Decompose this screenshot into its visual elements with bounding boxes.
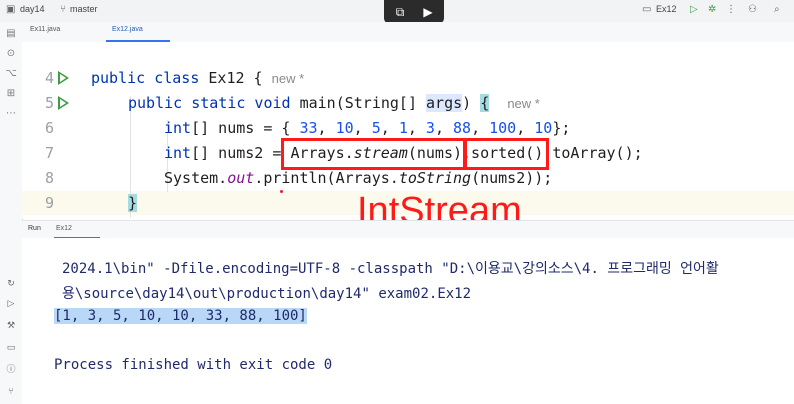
commit-tool-icon[interactable]: ⊙	[5, 48, 17, 60]
git-tool-icon[interactable]: ⌥	[5, 68, 17, 80]
author-hint: new *	[271, 71, 305, 86]
version-control-icon[interactable]: ⑂	[5, 386, 17, 398]
problems-icon[interactable]: ⓘ	[5, 364, 17, 376]
user-icon[interactable]: ⚇	[748, 4, 757, 15]
tab-ex12[interactable]: Ex12.java	[112, 26, 143, 33]
console-toolbar: ↻ ▷ ⚒ ▭ ⓘ ⑂	[0, 238, 23, 404]
line-number: 5	[44, 94, 54, 112]
run-config-icon: ▭	[642, 4, 652, 15]
run-main-icon[interactable]	[58, 96, 69, 110]
line-number: 8	[44, 169, 54, 187]
console-exit-line: Process finished with exit code 0	[54, 357, 333, 373]
search-icon[interactable]: ⌕	[774, 4, 780, 15]
run-config-name[interactable]: Ex12	[656, 4, 677, 14]
rerun-icon[interactable]: ↻	[5, 278, 17, 290]
run-console-output[interactable]: 2024.1\bin" -Dfile.encoding=UTF-8 -class…	[22, 238, 794, 404]
window-switch-icon[interactable]: ⧉	[390, 4, 410, 20]
line-number: 4	[44, 69, 54, 87]
editor-tabs: Ex11.java Ex12.java	[22, 22, 794, 43]
console-result: [1, 3, 5, 10, 10, 33, 88, 100]	[54, 308, 307, 324]
code-line-7: int[] nums = { 33, 10, 5, 1, 3, 88, 100,…	[164, 119, 571, 137]
video-icon[interactable]: ▶	[418, 4, 438, 20]
code-line-9: System.out.println(Arrays.toString(nums2…	[164, 169, 553, 187]
debug-icon[interactable]: ✲	[708, 4, 716, 15]
project-name[interactable]: day14	[20, 4, 45, 14]
code-line-10: }	[128, 194, 138, 212]
console-line: 용\source\day14\out\production\day14" exa…	[62, 286, 472, 302]
run-play-icon[interactable]: ▷	[5, 298, 17, 310]
run-panel-header: Run Ex12	[22, 220, 794, 240]
terminal-icon[interactable]: ▭	[5, 342, 17, 354]
project-icon: ▣	[6, 4, 16, 15]
annotation-box-sorted	[463, 138, 549, 170]
annotation-dot	[280, 190, 283, 193]
line-number: 6	[44, 119, 54, 137]
code-line-5: public static void main(String[] args) {…	[128, 94, 540, 112]
run-class-icon[interactable]	[58, 71, 69, 85]
tab-ex11[interactable]: Ex11.java	[30, 26, 60, 33]
more-tools-icon[interactable]: ⋯	[5, 108, 17, 120]
line-number: 9	[44, 194, 54, 212]
more-icon[interactable]: ⋮	[726, 4, 736, 15]
run-panel-title: Run	[28, 225, 41, 232]
run-icon[interactable]: ▷	[690, 4, 698, 15]
line-number: 7	[44, 144, 54, 162]
run-tab-ex12[interactable]: Ex12	[56, 225, 72, 232]
console-line: 2024.1\bin" -Dfile.encoding=UTF-8 -class…	[62, 261, 719, 277]
annotation-box-stream	[281, 138, 467, 170]
screen-overlay-toolbar: ⧉ ▶	[384, 0, 444, 24]
build-icon[interactable]: ⚒	[5, 320, 17, 332]
project-tool-icon[interactable]: ▤	[5, 28, 17, 40]
code-line-4: public class Ex12 { new *	[91, 69, 305, 87]
branch-icon: ⑂	[60, 4, 66, 15]
structure-tool-icon[interactable]: ⊞	[5, 88, 17, 100]
branch-name[interactable]: master	[70, 4, 98, 14]
